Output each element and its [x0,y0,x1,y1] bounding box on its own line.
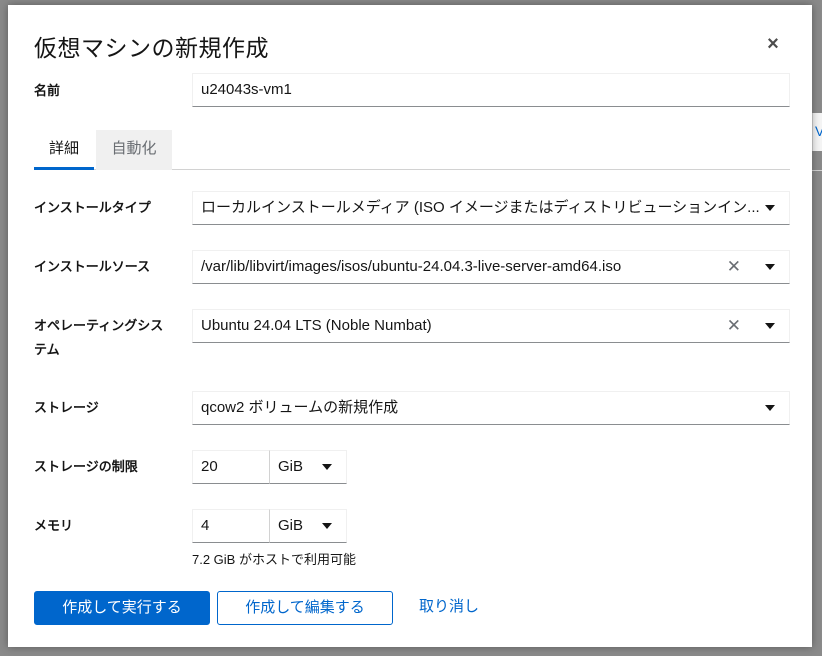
install-source-select[interactable]: /var/lib/libvirt/images/isos/ubuntu-24.0… [192,250,790,284]
install-type-label: インストールタイプ [34,200,151,215]
storage-value: qcow2 ボリュームの新規作成 [201,399,399,416]
chevron-down-icon [765,405,775,411]
clear-icon[interactable]: ✕ [727,310,741,342]
create-and-run-button[interactable]: 作成して実行する [34,591,210,625]
install-type-select[interactable]: ローカルインストールメディア (ISO イメージまたはディストリビューションイン… [192,191,790,225]
name-label: 名前 [34,83,61,98]
install-source-label: インストールソース [34,259,151,274]
tab-automation[interactable]: 自動化 [96,130,172,170]
memory-helper-text: 7.2 GiB がホストで利用可能 [192,552,356,567]
close-icon[interactable]: × [764,34,782,54]
memory-unit: GiB [278,517,304,534]
name-value: u24043s-vm1 [201,81,292,98]
background-divider [812,170,822,171]
memory-input[interactable]: 4 [192,509,270,543]
os-value: Ubuntu 24.04 LTS (Noble Numbat) [201,317,432,334]
dialog-title: 仮想マシンの新規作成 [34,35,269,61]
cancel-button[interactable]: 取り消し [404,591,494,625]
os-select[interactable]: Ubuntu 24.04 LTS (Noble Numbat) ✕ [192,309,790,343]
storage-limit-label: ストレージの制限 [34,459,138,474]
install-type-value: ローカルインストールメディア (ISO イメージまたはディストリビューションイン… [201,199,760,216]
chevron-down-icon [322,523,332,529]
memory-unit-select[interactable]: GiB [269,509,347,543]
storage-limit-input[interactable]: 20 [192,450,270,484]
storage-select[interactable]: qcow2 ボリュームの新規作成 [192,391,790,425]
chevron-down-icon [765,205,775,211]
chevron-down-icon [765,323,775,329]
create-and-edit-button[interactable]: 作成して編集する [217,591,393,625]
create-vm-dialog: 仮想マシンの新規作成 × 名前 u24043s-vm1 詳細 自動化 インストー… [8,5,812,647]
background-page-fragment: V [812,113,822,151]
os-label: オペレーティングシス テム [34,314,184,362]
tab-details[interactable]: 詳細 [34,130,94,170]
os-label-line2: テム [34,342,60,357]
name-input[interactable]: u24043s-vm1 [192,73,790,107]
storage-limit-unit-select[interactable]: GiB [269,450,347,484]
tab-bar: 詳細 自動化 [34,130,790,170]
storage-limit-unit: GiB [278,458,304,475]
os-label-line1: オペレーティングシス [34,318,164,333]
chevron-down-icon [765,264,775,270]
chevron-down-icon [322,464,332,470]
storage-label: ストレージ [34,400,99,415]
clear-icon[interactable]: ✕ [727,251,741,283]
memory-label: メモリ [34,518,74,533]
install-source-value: /var/lib/libvirt/images/isos/ubuntu-24.0… [201,258,622,275]
background-text: V [815,123,822,139]
